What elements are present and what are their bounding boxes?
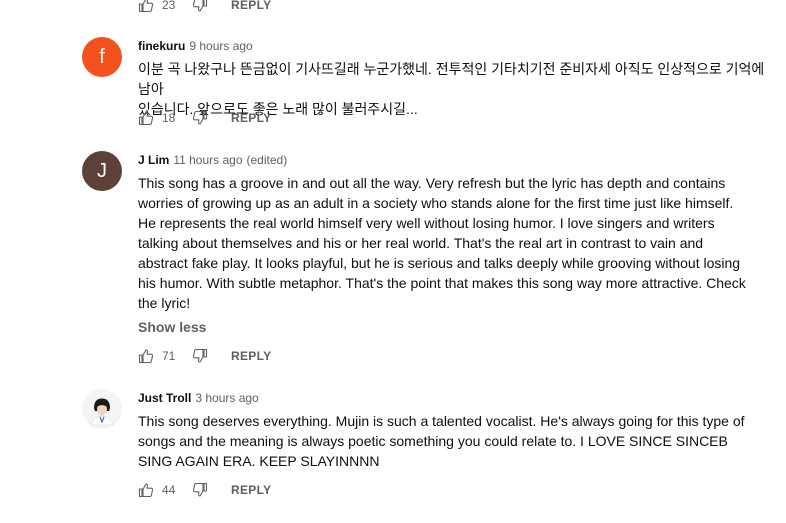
comment-actions: 44 REPLY xyxy=(138,480,271,500)
like-icon[interactable] xyxy=(138,482,154,498)
comment-time[interactable]: 11 hours ago xyxy=(173,153,242,167)
avatar[interactable]: J xyxy=(82,151,122,191)
comment-actions: 23 REPLY xyxy=(138,0,271,15)
comment-author[interactable]: finekuru xyxy=(138,39,185,53)
comment-actions: 71 REPLY xyxy=(138,346,271,366)
comment-time[interactable]: 3 hours ago xyxy=(195,391,258,405)
avatar-image xyxy=(82,389,122,429)
like-count: 18 xyxy=(162,111,176,125)
dislike-icon[interactable] xyxy=(192,482,208,498)
like-icon[interactable] xyxy=(138,0,154,13)
dislike-icon[interactable] xyxy=(192,0,208,13)
comment-header: finekuru 9 hours ago xyxy=(138,38,253,54)
reply-button[interactable]: REPLY xyxy=(231,349,271,363)
comment-actions: 18 REPLY xyxy=(138,108,271,128)
comment-author[interactable]: J Lim xyxy=(138,153,169,167)
like-count: 44 xyxy=(162,483,176,497)
avatar-letter: f xyxy=(99,45,105,68)
edited-label: (edited) xyxy=(246,153,288,167)
avatar[interactable] xyxy=(82,389,122,429)
dislike-icon[interactable] xyxy=(192,348,208,364)
comment-time[interactable]: 9 hours ago xyxy=(189,39,252,53)
comment-author[interactable]: Just Troll xyxy=(138,391,191,405)
avatar[interactable]: f xyxy=(82,37,122,77)
like-icon[interactable] xyxy=(138,110,154,126)
show-less-button[interactable]: Show less xyxy=(138,319,206,335)
comment-header: Just Troll 3 hours ago xyxy=(138,390,259,406)
like-count: 23 xyxy=(162,0,176,12)
comment-text: This song has a groove in and out all th… xyxy=(138,175,746,311)
dislike-icon[interactable] xyxy=(192,110,208,126)
reply-button[interactable]: REPLY xyxy=(231,0,271,12)
reply-button[interactable]: REPLY xyxy=(231,483,271,497)
like-icon[interactable] xyxy=(138,348,154,364)
avatar-letter: J xyxy=(97,159,107,182)
reply-button[interactable]: REPLY xyxy=(231,111,271,125)
comment-text: This song deserves everything. Mujin is … xyxy=(138,413,745,469)
like-count: 71 xyxy=(162,349,176,363)
comment-header: J Lim 11 hours ago (edited) xyxy=(138,152,287,168)
